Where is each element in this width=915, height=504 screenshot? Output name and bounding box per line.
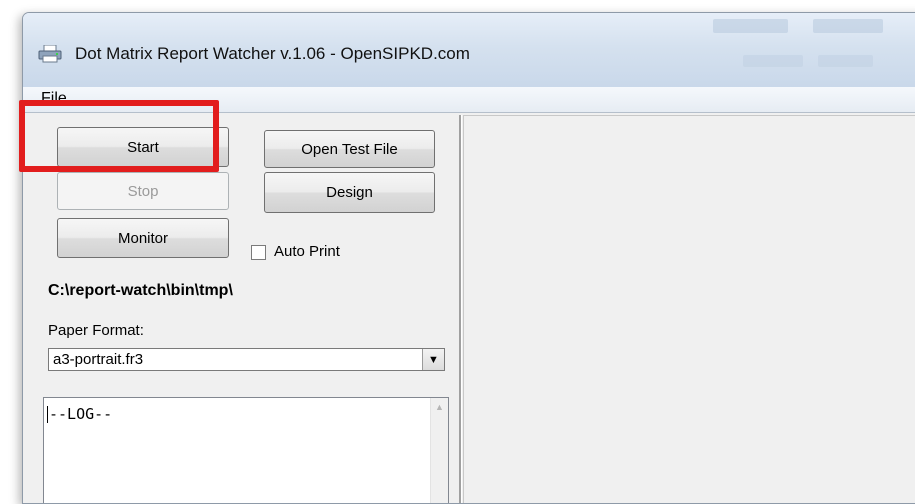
log-text: --LOG-- — [49, 405, 113, 423]
open-test-file-button[interactable]: Open Test File — [264, 130, 435, 168]
background-window-ghost — [713, 19, 788, 33]
design-button[interactable]: Design — [264, 172, 435, 213]
paper-format-label: Paper Format: — [48, 322, 144, 339]
monitor-button[interactable]: Monitor — [57, 218, 229, 258]
menu-bar: File — [23, 87, 915, 113]
start-button[interactable]: Start — [57, 127, 229, 167]
text-cursor — [47, 406, 48, 423]
left-panel: Start Stop Monitor Open Test File Design… — [33, 115, 458, 503]
menu-file[interactable]: File — [41, 90, 67, 108]
log-scrollbar[interactable]: ▲ — [430, 398, 448, 503]
auto-print-checkbox[interactable] — [251, 245, 266, 260]
background-window-ghost — [818, 55, 873, 67]
window-title: Dot Matrix Report Watcher v.1.06 - OpenS… — [75, 44, 470, 63]
watch-path-label: C:\report-watch\bin\tmp\ — [48, 282, 233, 299]
background-window-ghost — [743, 55, 803, 67]
auto-print-label: Auto Print — [274, 243, 340, 260]
background-window-ghost — [813, 19, 883, 33]
stop-button[interactable]: Stop — [57, 172, 229, 210]
panel-splitter[interactable] — [459, 115, 462, 503]
log-textarea[interactable]: --LOG-- ▲ — [43, 397, 449, 503]
app-window: Dot Matrix Report Watcher v.1.06 - OpenS… — [22, 12, 915, 504]
scroll-up-arrow-icon[interactable]: ▲ — [431, 398, 448, 415]
right-panel — [463, 115, 915, 503]
printer-icon — [38, 45, 62, 63]
title-bar[interactable]: Dot Matrix Report Watcher v.1.06 - OpenS… — [23, 13, 915, 87]
paper-format-select[interactable]: a3-portrait.fr3 ▼ — [48, 348, 445, 371]
paper-format-value: a3-portrait.fr3 — [53, 351, 144, 368]
dropdown-arrow-icon[interactable]: ▼ — [422, 349, 444, 370]
